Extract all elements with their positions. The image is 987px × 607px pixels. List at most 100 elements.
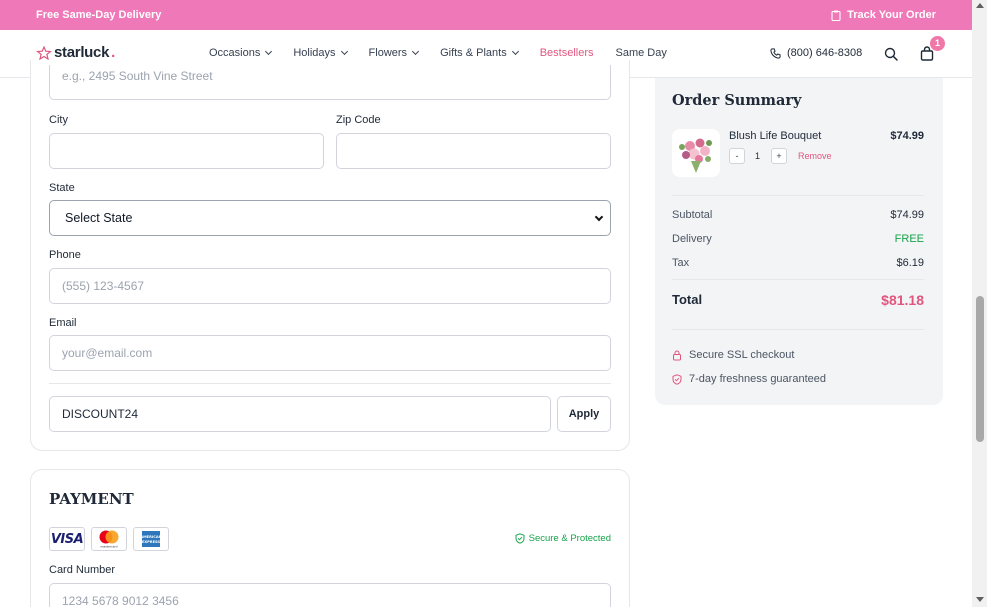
shield-check-icon: [672, 373, 682, 385]
delivery-label: Delivery: [672, 233, 712, 245]
total-label: Total: [672, 292, 703, 307]
logo-dot: .: [111, 44, 116, 61]
card-number-input[interactable]: 1234 5678 9012 3456: [49, 583, 611, 607]
remove-item-link[interactable]: Remove: [798, 151, 832, 161]
chevron-down-icon: [511, 47, 519, 56]
subtotal-label: Subtotal: [672, 209, 713, 221]
scroll-down-arrow-icon[interactable]: [976, 597, 984, 602]
scrollbar-thumb[interactable]: [976, 296, 984, 442]
phone-label: Phone: [49, 249, 81, 261]
nav-gifts-plants[interactable]: Gifts & Plants: [440, 47, 519, 59]
star-logo-icon: [36, 45, 52, 60]
nav-label: Holidays: [293, 47, 336, 59]
nav-same-day[interactable]: Same Day: [616, 47, 667, 59]
lock-icon: [673, 349, 681, 360]
trust-ssl: Secure SSL checkout: [672, 349, 794, 361]
phone-placeholder: (555) 123-4567: [62, 279, 145, 293]
chevron-down-icon: [412, 47, 420, 56]
nav-label: Flowers: [368, 47, 408, 59]
order-summary-title: Order Summary: [672, 92, 802, 109]
track-order-link[interactable]: Track Your Order: [831, 9, 936, 21]
logo-text: starluck: [54, 44, 110, 61]
tax-row: Tax $6.19: [672, 257, 924, 269]
section-divider: [49, 383, 611, 384]
secure-protected-note: Secure & Protected: [515, 533, 611, 544]
street-placeholder: e.g., 2495 South Vine Street: [62, 69, 213, 83]
quantity-value: 1: [755, 151, 761, 161]
clipboard-icon: [831, 10, 841, 21]
email-placeholder: your@email.com: [62, 346, 153, 360]
logo[interactable]: starluck.: [36, 44, 115, 61]
nav-bestsellers[interactable]: Bestsellers: [540, 47, 594, 59]
shield-check-icon: [515, 533, 525, 544]
email-input[interactable]: your@email.com: [49, 335, 611, 371]
nav-label: Occasions: [209, 47, 261, 59]
item-name: Blush Life Bouquet: [729, 130, 822, 142]
state-select[interactable]: Select State: [49, 200, 611, 236]
state-selected-value: Select State: [65, 211, 133, 225]
bouquet-thumbnail: [672, 129, 720, 177]
phone-input[interactable]: (555) 123-4567: [49, 268, 611, 304]
main-nav: Occasions Holidays Flowers Gifts & Plant…: [209, 47, 689, 59]
city-label: City: [49, 114, 68, 126]
phone-number: (800) 646-8308: [787, 47, 863, 59]
delivery-row: Delivery FREE: [672, 233, 924, 245]
delivery-value: FREE: [894, 233, 924, 245]
summary-divider: [672, 279, 924, 280]
payment-title: PAYMENT: [49, 490, 134, 508]
card-number-label: Card Number: [49, 564, 116, 576]
email-label: Email: [49, 317, 77, 329]
nav-label: Bestsellers: [539, 47, 594, 59]
chevron-down-icon: [265, 47, 273, 56]
svg-text:AMERICAN: AMERICAN: [141, 535, 161, 539]
subtotal-row: Subtotal $74.99: [672, 209, 924, 221]
trust-freshness: 7-day freshness guaranteed: [672, 373, 826, 385]
promo-text: Free Same-Day Delivery: [36, 9, 162, 21]
summary-divider: [672, 329, 924, 330]
mastercard-logo: mastercard: [91, 527, 127, 551]
nav-holidays[interactable]: Holidays: [293, 47, 348, 59]
summary-divider: [672, 195, 924, 196]
phone-icon: [770, 47, 781, 59]
secure-protected-label: Secure & Protected: [528, 533, 611, 544]
svg-text:EXPRESS: EXPRESS: [142, 540, 161, 544]
delivery-details-card: e.g., 2495 South Vine Street City Zip Co…: [30, 60, 630, 451]
tax-label: Tax: [672, 257, 690, 269]
nav-label: Same Day: [615, 47, 667, 59]
city-input[interactable]: [49, 133, 324, 169]
tax-value: $6.19: [896, 257, 924, 269]
chevron-down-icon: [340, 47, 348, 56]
total-value: $81.18: [881, 292, 924, 308]
trust-freshness-label: 7-day freshness guaranteed: [689, 373, 826, 385]
track-order-label: Track Your Order: [847, 9, 936, 21]
apply-discount-button[interactable]: Apply: [557, 396, 611, 432]
quantity-increase-button[interactable]: +: [771, 148, 787, 164]
chevron-down-icon: [594, 212, 604, 222]
quantity-decrease-button[interactable]: -: [729, 148, 745, 164]
street-address-input[interactable]: e.g., 2495 South Vine Street: [49, 65, 611, 100]
promo-bar: Free Same-Day Delivery Track Your Order: [0, 0, 972, 30]
nav-label: Gifts & Plants: [440, 47, 507, 59]
trust-ssl-label: Secure SSL checkout: [689, 349, 795, 361]
amex-logo: AMERICAN EXPRESS: [133, 527, 169, 551]
discount-code-input[interactable]: DISCOUNT24: [49, 396, 551, 432]
zip-label: Zip Code: [336, 114, 381, 126]
nav-occasions[interactable]: Occasions: [209, 47, 273, 59]
visa-logo: VISA: [49, 527, 85, 551]
scroll-up-arrow-icon[interactable]: [976, 3, 984, 8]
nav-flowers[interactable]: Flowers: [368, 47, 420, 59]
discount-code-value: DISCOUNT24: [62, 407, 139, 421]
cart-count-badge: 1: [930, 36, 945, 51]
zip-input[interactable]: [336, 133, 611, 169]
total-row: Total $81.18: [672, 292, 924, 308]
phone-link[interactable]: (800) 646-8308: [770, 47, 862, 59]
subtotal-value: $74.99: [890, 209, 924, 221]
state-label: State: [49, 182, 75, 194]
payment-card: PAYMENT VISA mastercard AMERICAN EXPRESS …: [30, 469, 630, 607]
visa-text: VISA: [50, 531, 84, 547]
search-icon[interactable]: [884, 47, 898, 61]
order-summary-panel: Order Summary Blush Life Bouquet $74.99 …: [655, 78, 943, 405]
item-price: $74.99: [890, 130, 924, 142]
card-number-placeholder: 1234 5678 9012 3456: [62, 594, 179, 607]
mastercard-text: mastercard: [100, 545, 117, 549]
